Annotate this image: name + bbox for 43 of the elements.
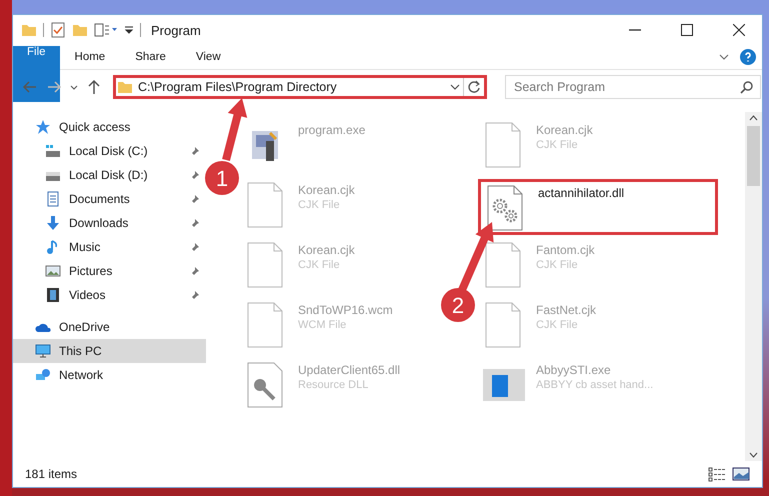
sidebar-item[interactable]: OneDrive [13,315,206,339]
ribbon-tab[interactable]: View [180,45,236,69]
sidebar-item[interactable]: Quick access [13,115,206,139]
window-title: Program [151,22,202,38]
sidebar-item[interactable]: Documents [13,187,206,211]
maximize-icon[interactable] [681,24,693,36]
download-icon [45,215,61,231]
sidebar-item[interactable]: Pictures [13,259,206,283]
star-icon [35,119,51,135]
ribbon-tab[interactable]: Home [60,45,120,69]
address-path: C:\Program Files\Program Directory [137,80,338,94]
film-icon [45,287,61,303]
address-bar[interactable]: C:\Program Files\Program Directory [113,75,487,99]
sidebar-item[interactable]: This PC [13,339,206,363]
refresh-icon[interactable] [467,80,481,94]
sidebar-item[interactable]: Videos [13,283,206,307]
help-icon[interactable] [740,49,756,65]
properties-icon[interactable] [94,22,118,38]
sidebar-item[interactable]: Music [13,235,206,259]
details-view-icon[interactable] [708,466,726,482]
close-icon[interactable] [733,24,745,36]
file-item[interactable]: actannihilator.dll [478,179,718,235]
callout-badge: 2 [441,288,475,322]
drive-icon [45,143,61,159]
pictures-icon [45,263,61,279]
sidebar-item[interactable]: Network [13,363,206,387]
file-tab[interactable]: File [13,46,60,102]
sidebar-item[interactable]: Downloads [13,211,206,235]
network-icon [35,367,51,383]
callout-badge: 1 [205,161,239,195]
search-icon[interactable] [740,80,754,94]
document-icon [45,191,61,207]
sidebar-item[interactable]: Local Disk (C:) [13,139,206,163]
folder-icon [116,79,134,95]
scrollbar[interactable] [745,112,762,461]
item-count: 181 items [25,467,78,481]
tiles-view-icon[interactable] [732,466,750,482]
monitor-icon [35,343,51,359]
ribbon-tab[interactable]: Share [120,45,181,69]
sidebar-item[interactable]: Local Disk (D:) [13,163,206,187]
search-field[interactable]: Search Program [505,75,761,99]
scrollbar-thumb[interactable] [747,126,760,186]
checklist-icon[interactable] [50,22,66,38]
